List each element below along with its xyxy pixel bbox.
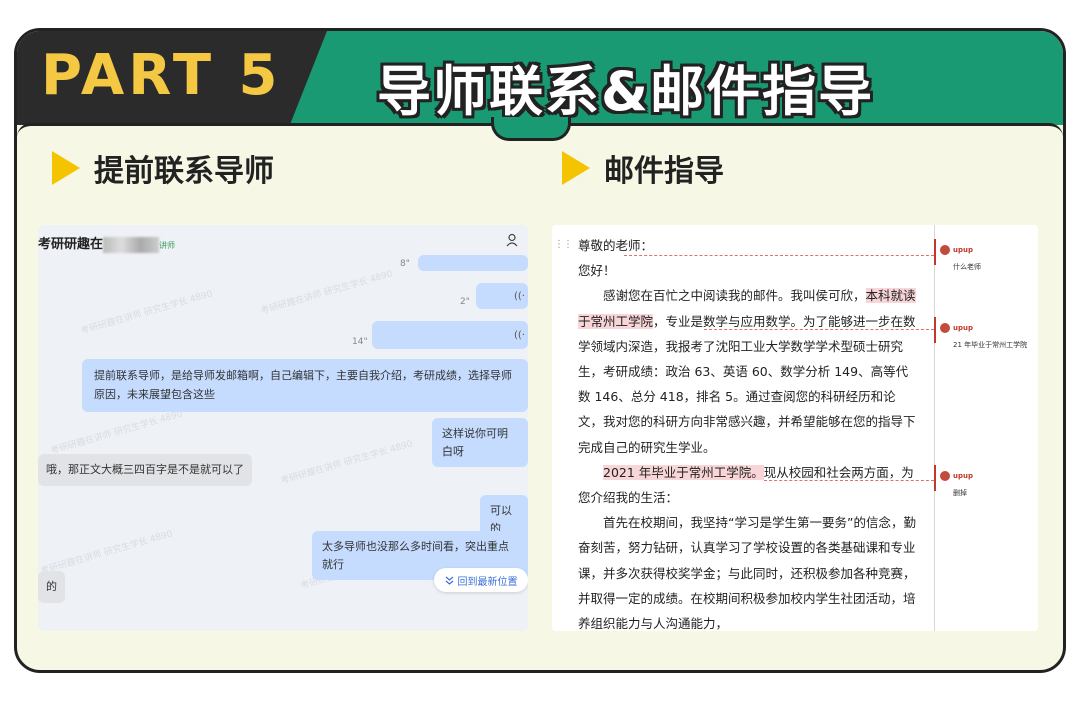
triangle-bullet-icon bbox=[562, 151, 590, 185]
comment-pane-divider bbox=[934, 225, 935, 631]
voice-duration: 8" bbox=[400, 259, 410, 269]
comment-card[interactable]: upup 删掉 bbox=[934, 465, 1036, 498]
chat-title: 考研研趣在 讲师 bbox=[38, 236, 176, 253]
voice-duration: 14" bbox=[352, 337, 368, 347]
watermark: 考研研趣在讲师 研究生学长 4890 bbox=[49, 409, 184, 457]
comment-author: upup bbox=[953, 471, 973, 480]
watermark: 考研研趣在讲师 研究生学长 4890 bbox=[279, 439, 414, 487]
drag-handle-icon[interactable]: ⋮⋮ bbox=[554, 239, 573, 250]
voice-message[interactable]: ((· bbox=[372, 321, 528, 349]
blurred-name bbox=[103, 236, 160, 253]
chat-message: 提前联系导师，是给导师发邮箱啊，自己编辑下，主要自我介绍，考研成绩，选择导师原因… bbox=[82, 359, 528, 413]
comment-text: 删掉 bbox=[953, 489, 967, 497]
chat-window: 考研研趣在讲师 研究生学长 4890 考研研趣在讲师 研究生学长 4890 考研… bbox=[38, 225, 528, 631]
comment-card[interactable]: upup 什么老师 bbox=[934, 239, 1036, 272]
avatar bbox=[940, 244, 950, 255]
email-document: ⋮⋮ 尊敬的老师： 您好！ 感谢您在百忙之中阅读我的邮件。我叫侯可欣，本科就读于… bbox=[552, 225, 1038, 631]
voice-message[interactable] bbox=[418, 255, 528, 271]
right-section-title: 邮件指导 bbox=[562, 146, 724, 190]
avatar bbox=[940, 470, 950, 481]
triangle-bullet-icon bbox=[52, 151, 80, 185]
highlighted-text: 2021 年毕业于常州工学院。 bbox=[603, 464, 764, 480]
email-hello: 您好！ bbox=[578, 263, 616, 279]
comment-author: upup bbox=[953, 245, 973, 254]
comment-text: 21 年毕业于常州工学院 bbox=[953, 341, 1028, 349]
back-to-latest-button[interactable]: 回到最新位置 bbox=[434, 568, 528, 592]
chat-message: 的 bbox=[38, 571, 65, 603]
page-title: 导师联系&邮件指导 bbox=[377, 60, 875, 123]
comment-connector bbox=[764, 480, 934, 481]
part-label: PART 5 bbox=[41, 43, 282, 108]
email-body[interactable]: 尊敬的老师： 您好！ 感谢您在百忙之中阅读我的邮件。我叫侯可欣，本科就读于常州工… bbox=[578, 233, 920, 631]
user-icon[interactable] bbox=[506, 233, 520, 247]
avatar bbox=[940, 322, 950, 333]
voice-icon: ((· bbox=[514, 291, 525, 302]
watermark: 考研研趣在讲师 研究生学长 4890 bbox=[79, 289, 214, 337]
comment-text: 什么老师 bbox=[953, 263, 981, 271]
chat-message: 这样说你可明白呀 bbox=[432, 418, 528, 468]
comment-connector bbox=[704, 329, 934, 330]
voice-message[interactable]: ((· bbox=[476, 283, 528, 309]
left-section-title: 提前联系导师 bbox=[52, 146, 274, 190]
email-greeting: 尊敬的老师： bbox=[578, 238, 654, 253]
double-chevron-down-icon bbox=[445, 576, 453, 585]
comment-connector bbox=[624, 255, 934, 256]
header-notch bbox=[491, 117, 571, 141]
comment-card[interactable]: upup 21 年毕业于常州工学院 bbox=[934, 317, 1036, 350]
chat-message: 哦，那正文大概三四百字是不是就可以了 bbox=[38, 454, 252, 486]
voice-icon: ((· bbox=[514, 330, 525, 341]
watermark: 考研研趣在讲师 研究生学长 4890 bbox=[259, 269, 394, 317]
comment-author: upup bbox=[953, 323, 973, 332]
voice-duration: 2" bbox=[460, 297, 470, 307]
watermark: 考研研趣在讲师 研究生学长 4890 bbox=[39, 529, 174, 577]
